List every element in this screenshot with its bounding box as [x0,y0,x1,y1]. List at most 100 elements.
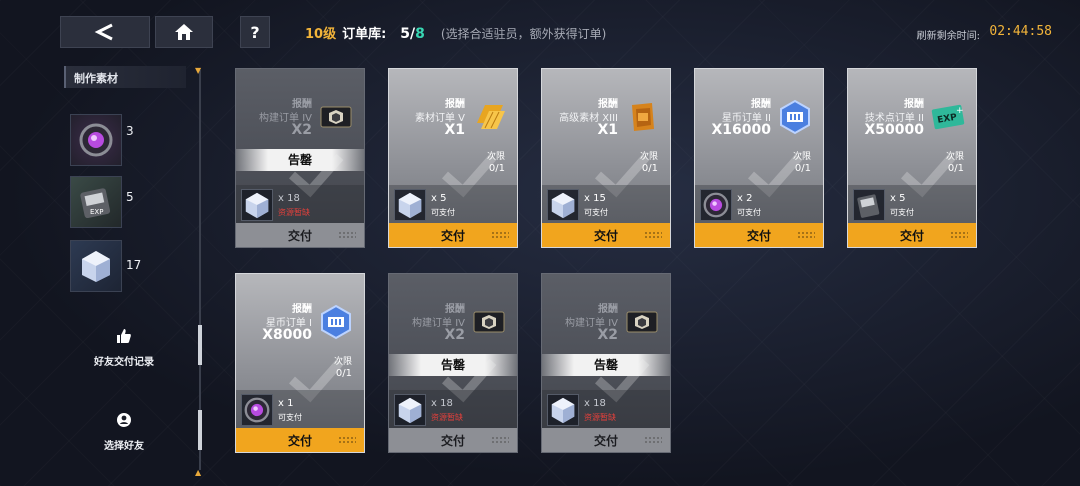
cost-quantity: x 15 [584,193,606,204]
deliver-button[interactable]: 交付 [695,223,823,247]
exp-chip-icon [853,189,885,221]
cost-area: x 5 可支付 [848,185,976,225]
help-button[interactable]: ? [240,16,270,48]
order-card[interactable]: 报酬 构建订单 IV X2 告罄 x 18 资源暂缺 交付 [388,273,518,453]
button-dots [797,231,815,239]
order-card[interactable]: 报酬 技术点订单 II X50000 EXP + 次限 0/1 x 5 可支付 交付 [847,68,977,248]
deliver-button[interactable]: 交付 [542,223,670,247]
library-level: 10级 [305,27,337,42]
purple-orb-icon [700,189,732,221]
cost-area: x 15 可支付 [542,185,670,225]
choose-friend-link[interactable]: 选择好友 [84,437,164,452]
order-library-status: 10级 订单库: 5/8 (选择合适驻员，额外获得订单) [305,23,606,42]
order-count: 5/8 [400,26,425,42]
scroll-top-marker: ▼ [195,66,202,75]
reward-quantity: X8000 [262,327,312,343]
reward-quantity: X2 [291,122,312,138]
crystal-cube-icon [547,189,579,221]
cost-quantity: x 18 [431,398,453,409]
limit-value: 0/1 [794,163,811,174]
exp-chip-icon: EXP [80,188,111,219]
purple-orb-icon [79,123,113,157]
deliver-button[interactable]: 交付 [542,428,670,452]
star-coin-icon [777,99,813,135]
thumbs-up-icon [114,326,134,346]
deliver-button[interactable]: 交付 [389,223,517,247]
reward-quantity: X1 [597,122,618,138]
gold-bars-icon [471,99,507,135]
cost-status: 可支付 [431,208,455,217]
black-ticket-icon [471,304,507,340]
friend-select-icon [114,410,134,430]
limit-value: 0/1 [488,163,505,174]
button-dots [491,231,509,239]
material-count: 3 [126,124,134,138]
star-coin-icon [318,304,354,340]
button-dots [491,436,509,444]
material-count: 17 [126,258,142,272]
svg-text:+: + [956,106,964,116]
black-ticket-icon [624,304,660,340]
limit-label: 次限 [333,357,352,367]
material-crystal-cube[interactable] [70,240,122,292]
materials-title: 制作素材 [64,66,186,88]
library-hint: (选择合适驻员，额外获得订单) [440,27,607,41]
reward-label: 报酬 [292,304,312,315]
cost-quantity: x 5 [431,193,447,204]
scrollbar-thumb[interactable] [198,325,202,365]
limit-value: 0/1 [641,163,658,174]
reward-label: 报酬 [751,99,771,110]
reward-quantity: X50000 [864,122,925,138]
deliver-button[interactable]: 交付 [389,428,517,452]
deliver-button[interactable]: 交付 [236,223,364,247]
reward-quantity: X16000 [711,122,772,138]
order-card[interactable]: 报酬 星币订单 I X8000 次限 0/1 x 1 可支付 交付 [235,273,365,453]
button-dots [338,436,356,444]
button-dots [644,436,662,444]
crystal-cube-icon [394,394,426,426]
cost-quantity: x 2 [737,193,753,204]
friend-delivery-record-link[interactable]: 好友交付记录 [84,353,164,368]
limit-label: 次限 [792,152,811,162]
refresh-timer: 02:44:58 [989,24,1052,39]
material-exp-chip[interactable]: EXP [70,176,122,228]
cost-status: 资源暂缺 [431,413,463,422]
limit-value: 0/1 [335,368,352,379]
back-arrow-icon [94,23,113,41]
reward-label: 报酬 [445,304,465,315]
scrollbar-thumb[interactable] [198,410,202,450]
crystal-cube-icon [547,394,579,426]
cost-status: 可支付 [584,208,608,217]
reward-label: 报酬 [598,99,618,110]
cost-area: x 18 资源暂缺 [236,185,364,225]
limit-label: 次限 [945,152,964,162]
reward-label: 报酬 [292,99,312,110]
limit-label: 次限 [486,152,505,162]
cost-quantity: x 5 [890,193,906,204]
home-icon [175,24,193,40]
cost-area: x 1 可支付 [236,390,364,430]
reward-label: 报酬 [445,99,465,110]
order-card[interactable]: 报酬 素材订单 V X1 次限 0/1 x 5 可支付 交付 [388,68,518,248]
reward-quantity: X2 [597,327,618,343]
order-card[interactable]: 报酬 星币订单 II X16000 次限 0/1 x 2 可支付 交付 [694,68,824,248]
deliver-button[interactable]: 交付 [848,223,976,247]
material-count: 5 [126,190,134,204]
material-purple-orb[interactable] [70,114,122,166]
order-card[interactable]: 报酬 高级素材 XIII X1 次限 0/1 x 15 可支付 交付 [541,68,671,248]
order-card[interactable]: 报酬 构建订单 IV X2 告罄 x 18 资源暂缺 交付 [541,273,671,453]
home-button[interactable] [155,16,213,48]
cost-quantity: x 18 [278,193,300,204]
crystal-cube-icon [241,189,273,221]
order-card[interactable]: 报酬 构建订单 IV X2 告罄 x 18 资源暂缺 交付 [235,68,365,248]
help-icon: ? [250,22,260,42]
cost-area: x 18 资源暂缺 [389,390,517,430]
cost-status: 可支付 [890,208,914,217]
svg-text:EXP: EXP [90,208,103,216]
exp-card-icon: EXP + [930,99,966,135]
black-ticket-icon [318,99,354,135]
cost-quantity: x 1 [278,398,294,409]
back-button[interactable] [60,16,150,48]
deliver-button[interactable]: 交付 [236,428,364,452]
cost-quantity: x 18 [584,398,606,409]
